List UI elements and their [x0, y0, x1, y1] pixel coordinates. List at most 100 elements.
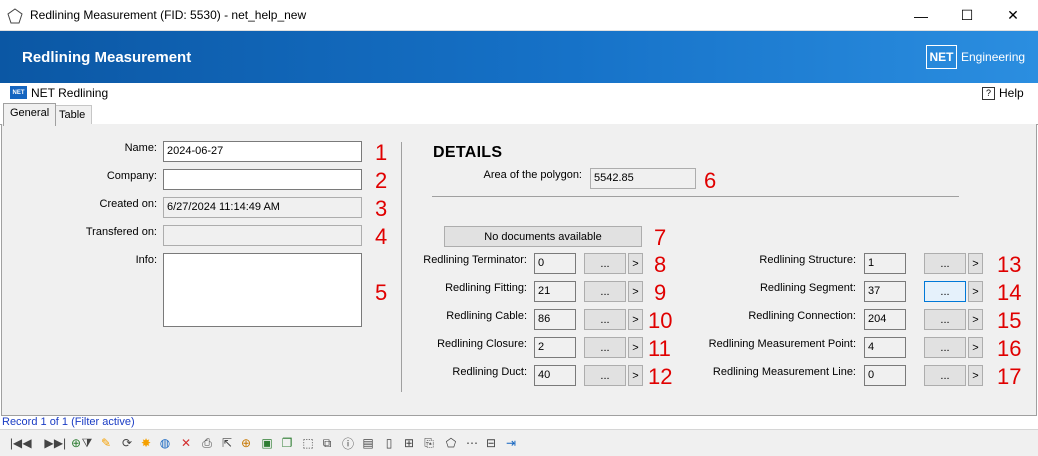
cable-label: Redlining Cable: [446, 310, 527, 322]
created-label: Created on: [99, 198, 157, 210]
add-document-icon[interactable]: ⊞ [400, 434, 418, 452]
closure-dots-button[interactable]: ... [584, 337, 626, 358]
measurement-line-arrow-button[interactable]: > [968, 365, 983, 386]
duct-count: 40 [534, 365, 576, 386]
fitting-dots-button[interactable]: ... [584, 281, 626, 302]
segment-arrow-button[interactable]: > [968, 281, 983, 302]
company-input[interactable] [163, 169, 362, 190]
copy-shape-icon[interactable]: ❐ [278, 434, 296, 452]
horizontal-divider [432, 196, 959, 197]
marker-1: 1 [375, 140, 388, 165]
select-icon[interactable]: ⇱ [218, 434, 236, 452]
app-pentagon-icon [7, 8, 23, 24]
print-icon[interactable]: ⎙ [198, 434, 216, 452]
minimize-button[interactable]: — [898, 0, 944, 31]
closure-arrow-button[interactable]: > [628, 337, 643, 358]
duct-label: Redlining Duct: [452, 366, 527, 378]
marker-2: 2 [375, 168, 388, 193]
table-icon[interactable]: ⊟ [482, 434, 500, 452]
transfered-label: Transfered on: [85, 226, 157, 238]
marker-6: 6 [704, 168, 717, 193]
window-titlebar[interactable]: Redlining Measurement (FID: 5530) - net_… [0, 0, 1038, 31]
measurement-point-count: 4 [864, 337, 906, 358]
segment-label: Redlining Segment: [759, 282, 856, 294]
company-label: Company: [106, 170, 157, 182]
duct-dots-button[interactable]: ... [584, 365, 626, 386]
marker-17: 17 [997, 364, 1022, 389]
sub-header: NET NET Redlining ? Help [0, 83, 1038, 103]
attachment-icon[interactable]: ⎘ [420, 434, 438, 452]
exit-icon[interactable]: ⇥ [502, 434, 520, 452]
duct-arrow-button[interactable]: > [628, 365, 643, 386]
vertical-divider [401, 142, 402, 392]
general-panel: Name: 2024-06-27 1 Company: 2 Created on… [1, 124, 1037, 416]
net-logo: NET [926, 45, 957, 69]
connection-dots-button[interactable]: ... [924, 309, 966, 330]
info-label: Info: [135, 254, 157, 266]
previous-record-icon[interactable]: ◀ [18, 434, 36, 452]
edit-icon[interactable]: ✎ [97, 434, 115, 452]
marker-11: 11 [648, 336, 671, 361]
area-label: Area of the polygon: [483, 169, 582, 181]
created-field: 6/27/2024 11:14:49 AM [163, 197, 362, 218]
duplicate-icon[interactable]: ⧉ [318, 434, 336, 452]
measurement-point-label: Redlining Measurement Point: [708, 338, 856, 350]
terminator-dots-button[interactable]: ... [584, 253, 626, 274]
marker-9: 9 [654, 280, 667, 305]
name-label: Name: [124, 142, 157, 154]
info-icon[interactable]: ⓘ [339, 434, 357, 452]
cable-count: 86 [534, 309, 576, 330]
marker-7: 7 [654, 225, 667, 250]
new-icon[interactable]: ✸ [137, 434, 155, 452]
select-area-icon[interactable]: ⬚ [299, 434, 317, 452]
tab-table[interactable]: Table [52, 105, 93, 126]
measurement-point-arrow-button[interactable]: > [968, 337, 983, 358]
zoom-icon[interactable]: ⊕ [237, 434, 255, 452]
marker-15: 15 [997, 308, 1022, 333]
marker-3: 3 [375, 196, 388, 221]
help-button[interactable]: ? Help [982, 86, 1024, 100]
close-button[interactable]: ✕ [990, 0, 1036, 31]
segment-dots-button[interactable]: ... [924, 281, 966, 302]
marker-14: 14 [997, 280, 1022, 305]
marker-16: 16 [997, 336, 1022, 361]
measurement-point-dots-button[interactable]: ... [924, 337, 966, 358]
connection-arrow-button[interactable]: > [968, 309, 983, 330]
record-status: Record 1 of 1 (Filter active) [2, 416, 135, 428]
web-icon[interactable]: ◍ [156, 434, 174, 452]
fitting-label: Redlining Fitting: [445, 282, 527, 294]
connection-count: 204 [864, 309, 906, 330]
documents-button[interactable]: No documents available [444, 226, 642, 247]
filter-icon[interactable]: ⧩ [78, 434, 96, 452]
refresh-icon[interactable]: ⟳ [118, 434, 136, 452]
cable-dots-button[interactable]: ... [584, 309, 626, 330]
segment-count: 37 [864, 281, 906, 302]
document-icon[interactable]: ▯ [380, 434, 398, 452]
maximize-button[interactable]: ☐ [944, 0, 990, 31]
info-textarea[interactable] [163, 253, 362, 327]
measurement-line-dots-button[interactable]: ... [924, 365, 966, 386]
marker-8: 8 [654, 252, 667, 277]
window-title: Redlining Measurement (FID: 5530) - net_… [30, 8, 307, 22]
net-badge-icon: NET [10, 86, 27, 99]
help-icon: ? [982, 86, 995, 100]
marker-10: 10 [648, 308, 673, 333]
header-banner: Redlining Measurement NET Engineering [0, 31, 1038, 83]
terminator-arrow-button[interactable]: > [628, 253, 643, 274]
structure-count: 1 [864, 253, 906, 274]
connection-label: Redlining Connection: [748, 310, 856, 322]
cable-arrow-button[interactable]: > [628, 309, 643, 330]
closure-count: 2 [534, 337, 576, 358]
structure-dots-button[interactable]: ... [924, 253, 966, 274]
polygon-icon[interactable]: ⬠ [442, 434, 460, 452]
marker-5: 5 [375, 280, 388, 305]
report-icon[interactable]: ▤ [359, 434, 377, 452]
tab-general[interactable]: General [3, 103, 57, 126]
name-input[interactable]: 2024-06-27 [163, 141, 362, 162]
network-icon[interactable]: ⋯ [463, 434, 481, 452]
delete-icon[interactable]: ✕ [177, 434, 195, 452]
structure-arrow-button[interactable]: > [968, 253, 983, 274]
shape-icon[interactable]: ▣ [258, 434, 276, 452]
fitting-arrow-button[interactable]: > [628, 281, 643, 302]
measurement-line-label: Redlining Measurement Line: [712, 366, 856, 378]
